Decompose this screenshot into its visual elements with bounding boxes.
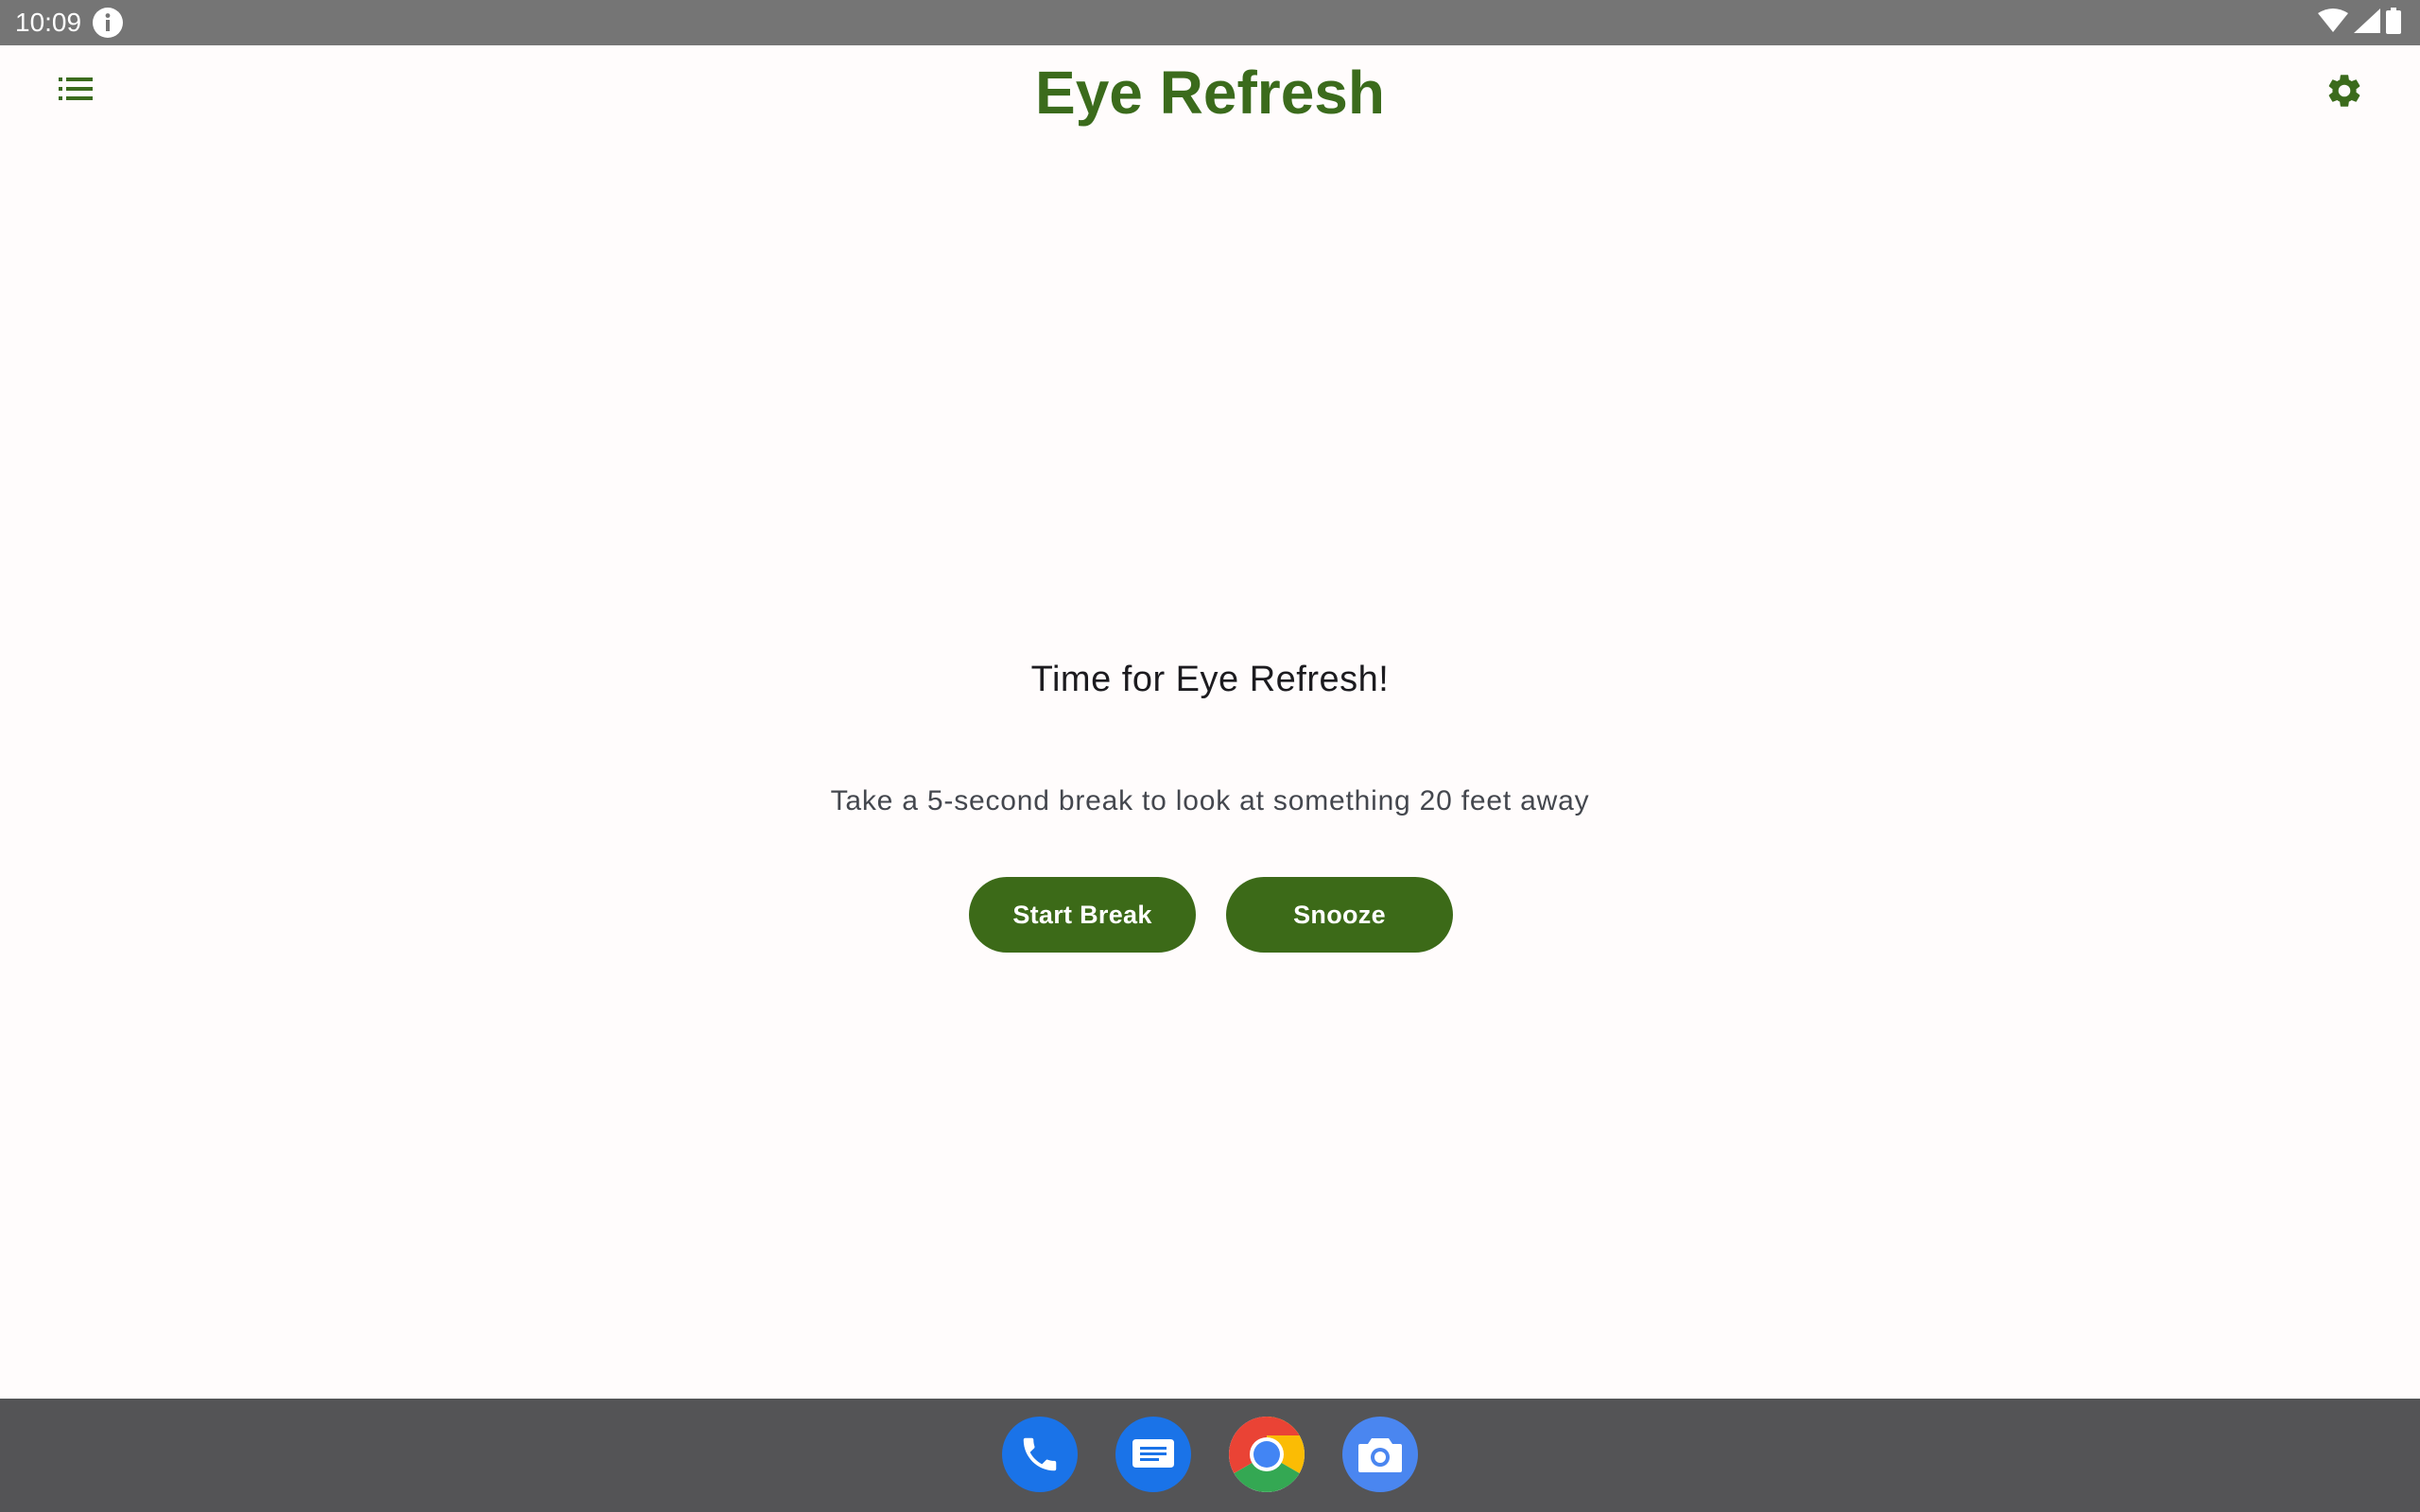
action-buttons: Start Break Snooze	[969, 877, 1453, 953]
snooze-button[interactable]: Snooze	[1226, 877, 1453, 953]
wifi-icon	[2318, 8, 2348, 38]
app-title: Eye Refresh	[1035, 59, 1385, 127]
status-time: 10:09	[15, 8, 82, 37]
phone-icon[interactable]	[1002, 1417, 1078, 1492]
app-dock	[1002, 1417, 1418, 1492]
info-icon	[92, 7, 124, 39]
settings-button[interactable]	[2314, 62, 2375, 123]
signal-icon	[2354, 8, 2380, 38]
gear-icon	[2325, 71, 2364, 115]
messages-icon[interactable]	[1115, 1417, 1191, 1492]
chrome-icon[interactable]	[1229, 1417, 1305, 1492]
status-bar: 10:09	[0, 0, 2420, 45]
break-message: Take a 5-second break to look at somethi…	[830, 785, 1590, 816]
break-heading: Time for Eye Refresh!	[1030, 660, 1390, 699]
app-bar: Eye Refresh	[0, 45, 2420, 147]
battery-icon	[2386, 7, 2401, 39]
start-break-button[interactable]: Start Break	[969, 877, 1196, 953]
status-icons	[2318, 7, 2401, 39]
camera-icon[interactable]	[1342, 1417, 1418, 1492]
